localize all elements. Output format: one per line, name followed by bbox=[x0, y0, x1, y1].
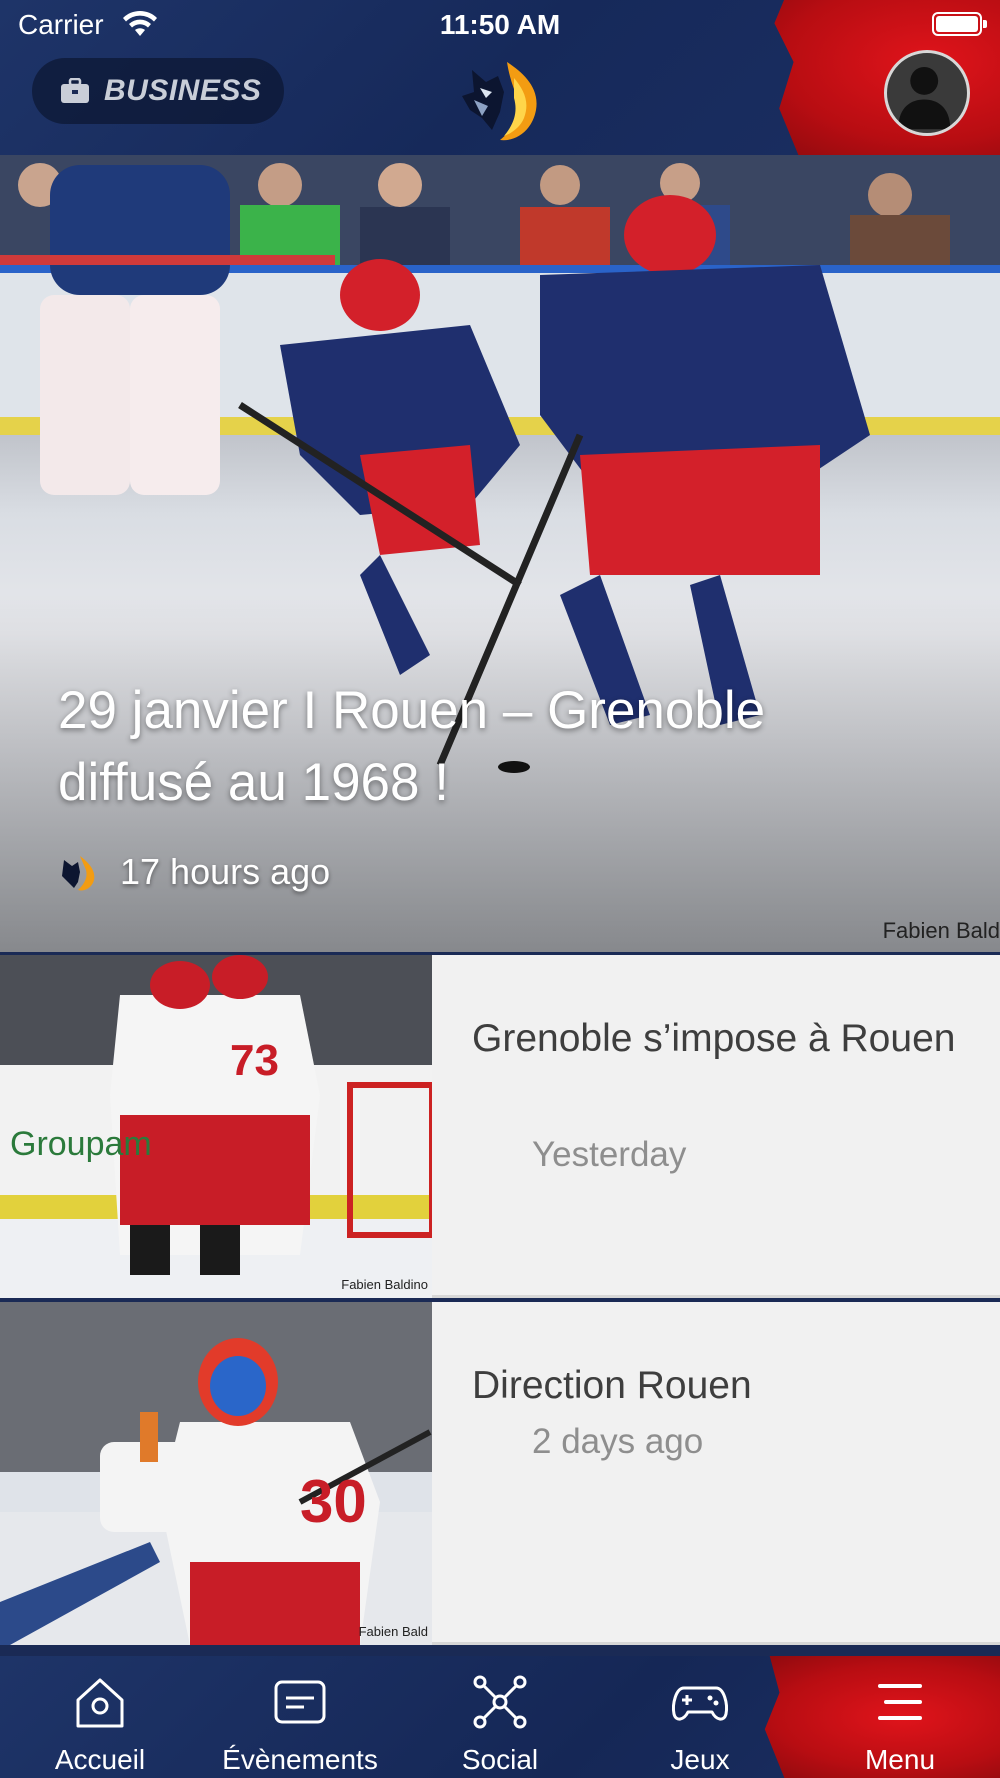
article-title: Grenoble s’impose à Rouen bbox=[472, 1017, 956, 1060]
tab-label: Jeux bbox=[670, 1744, 730, 1775]
thumbnail-credit: Fabien Baldino bbox=[341, 1277, 428, 1292]
article-card[interactable]: 30 Fabien Bald Direction Rouen 2 days ag… bbox=[0, 1302, 1000, 1645]
hero-time-ago: 17 hours ago bbox=[120, 851, 331, 892]
home-icon bbox=[76, 1678, 124, 1728]
tab-accueil[interactable]: Accueil bbox=[0, 1674, 200, 1776]
article-date: 2 days ago bbox=[532, 1422, 704, 1461]
battery-icon bbox=[932, 12, 987, 36]
tab-label: Social bbox=[461, 1744, 539, 1775]
article-photo: 30 bbox=[0, 1302, 432, 1645]
app-header: Carrier 11:50 AM BUSINESS bbox=[0, 0, 1000, 155]
tab-evenements[interactable]: Évènements bbox=[200, 1674, 400, 1776]
svg-text:30: 30 bbox=[300, 1468, 367, 1535]
tab-label: Évènements bbox=[222, 1744, 378, 1775]
hero-article[interactable]: 29 janvier I Rouen – Grenoble diffusé au… bbox=[0, 155, 1000, 952]
svg-text:Groupam: Groupam bbox=[10, 1125, 152, 1163]
wolf-flame-logo-icon[interactable] bbox=[452, 52, 548, 148]
thumbnail-credit: Fabien Bald bbox=[358, 1624, 428, 1639]
status-time: 11:50 AM bbox=[439, 9, 561, 40]
article-title: Direction Rouen bbox=[472, 1364, 752, 1407]
hero-photo bbox=[0, 155, 1000, 773]
avatar-silhouette-icon bbox=[898, 66, 951, 130]
social-icon bbox=[473, 1675, 527, 1729]
briefcase-icon bbox=[61, 78, 89, 103]
gamepad-icon bbox=[672, 1686, 728, 1721]
article-photo: 73 Groupam bbox=[0, 955, 432, 1298]
bottom-tab-bar: Accueil Évènements Social Jeux Menu bbox=[0, 1656, 1000, 1778]
article-thumbnail: 30 Fabien Bald bbox=[0, 1302, 432, 1645]
menu-icon bbox=[878, 1684, 922, 1720]
svg-text:73: 73 bbox=[230, 1036, 279, 1085]
article-card[interactable]: 73 Groupam Fabien Baldino Grenoble s’imp… bbox=[0, 955, 1000, 1298]
article-thumbnail: 73 Groupam Fabien Baldino bbox=[0, 955, 432, 1298]
business-label: BUSINESS bbox=[104, 74, 262, 107]
tab-label: Menu bbox=[864, 1744, 936, 1775]
team-logo-icon bbox=[62, 856, 95, 891]
article-date: Yesterday bbox=[532, 1135, 687, 1174]
status-bar: Carrier 11:50 AM bbox=[0, 0, 1000, 50]
business-button[interactable]: BUSINESS bbox=[32, 58, 284, 124]
tab-social[interactable]: Social bbox=[400, 1674, 600, 1776]
user-avatar-icon[interactable] bbox=[884, 50, 970, 136]
events-icon bbox=[274, 1680, 326, 1724]
tab-label: Accueil bbox=[54, 1744, 146, 1775]
hero-title: 29 janvier I Rouen – Grenoble diffusé au… bbox=[58, 681, 766, 812]
hero-meta: 17 hours ago bbox=[58, 851, 330, 893]
tab-menu[interactable]: Menu bbox=[800, 1674, 1000, 1776]
hero-photo-credit: Fabien Bald bbox=[882, 918, 1000, 943]
tab-jeux[interactable]: Jeux bbox=[600, 1674, 800, 1776]
